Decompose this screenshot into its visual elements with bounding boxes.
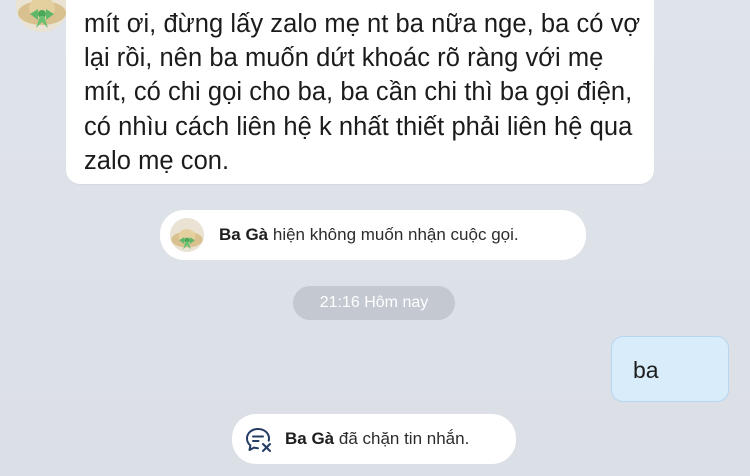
straw-hat-avatar-icon: [16, 0, 68, 32]
blocked-notice: Ba Gà đã chặn tin nhắn.: [232, 414, 516, 464]
blocked-notice-text: Ba Gà đã chặn tin nhắn.: [285, 429, 469, 449]
sender-avatar[interactable]: [16, 0, 68, 32]
contact-name[interactable]: Ba Gà: [285, 429, 334, 448]
straw-hat-avatar-icon: [170, 218, 204, 252]
incoming-message-text: mít ơi, đừng lấy zalo mẹ nt ba nữa nge, …: [84, 10, 641, 175]
outgoing-message-bubble[interactable]: ba: [611, 336, 729, 402]
contact-avatar[interactable]: [170, 218, 204, 252]
chat-conversation[interactable]: mít ơi, đừng lấy zalo mẹ nt ba nữa nge, …: [0, 0, 750, 476]
blocked-notice-message: đã chặn tin nhắn.: [334, 429, 470, 448]
time-divider: 21:16 Hôm nay: [293, 286, 455, 320]
call-notice-text: Ba Gà hiện không muốn nhận cuộc gọi.: [219, 225, 519, 245]
call-declined-notice: Ba Gà hiện không muốn nhận cuộc gọi.: [160, 210, 586, 260]
contact-name[interactable]: Ba Gà: [219, 225, 268, 244]
blocked-chat-icon: [244, 425, 274, 455]
call-notice-message: hiện không muốn nhận cuộc gọi.: [268, 225, 519, 244]
outgoing-message-text: ba: [633, 357, 659, 383]
incoming-message-bubble[interactable]: mít ơi, đừng lấy zalo mẹ nt ba nữa nge, …: [66, 0, 654, 184]
